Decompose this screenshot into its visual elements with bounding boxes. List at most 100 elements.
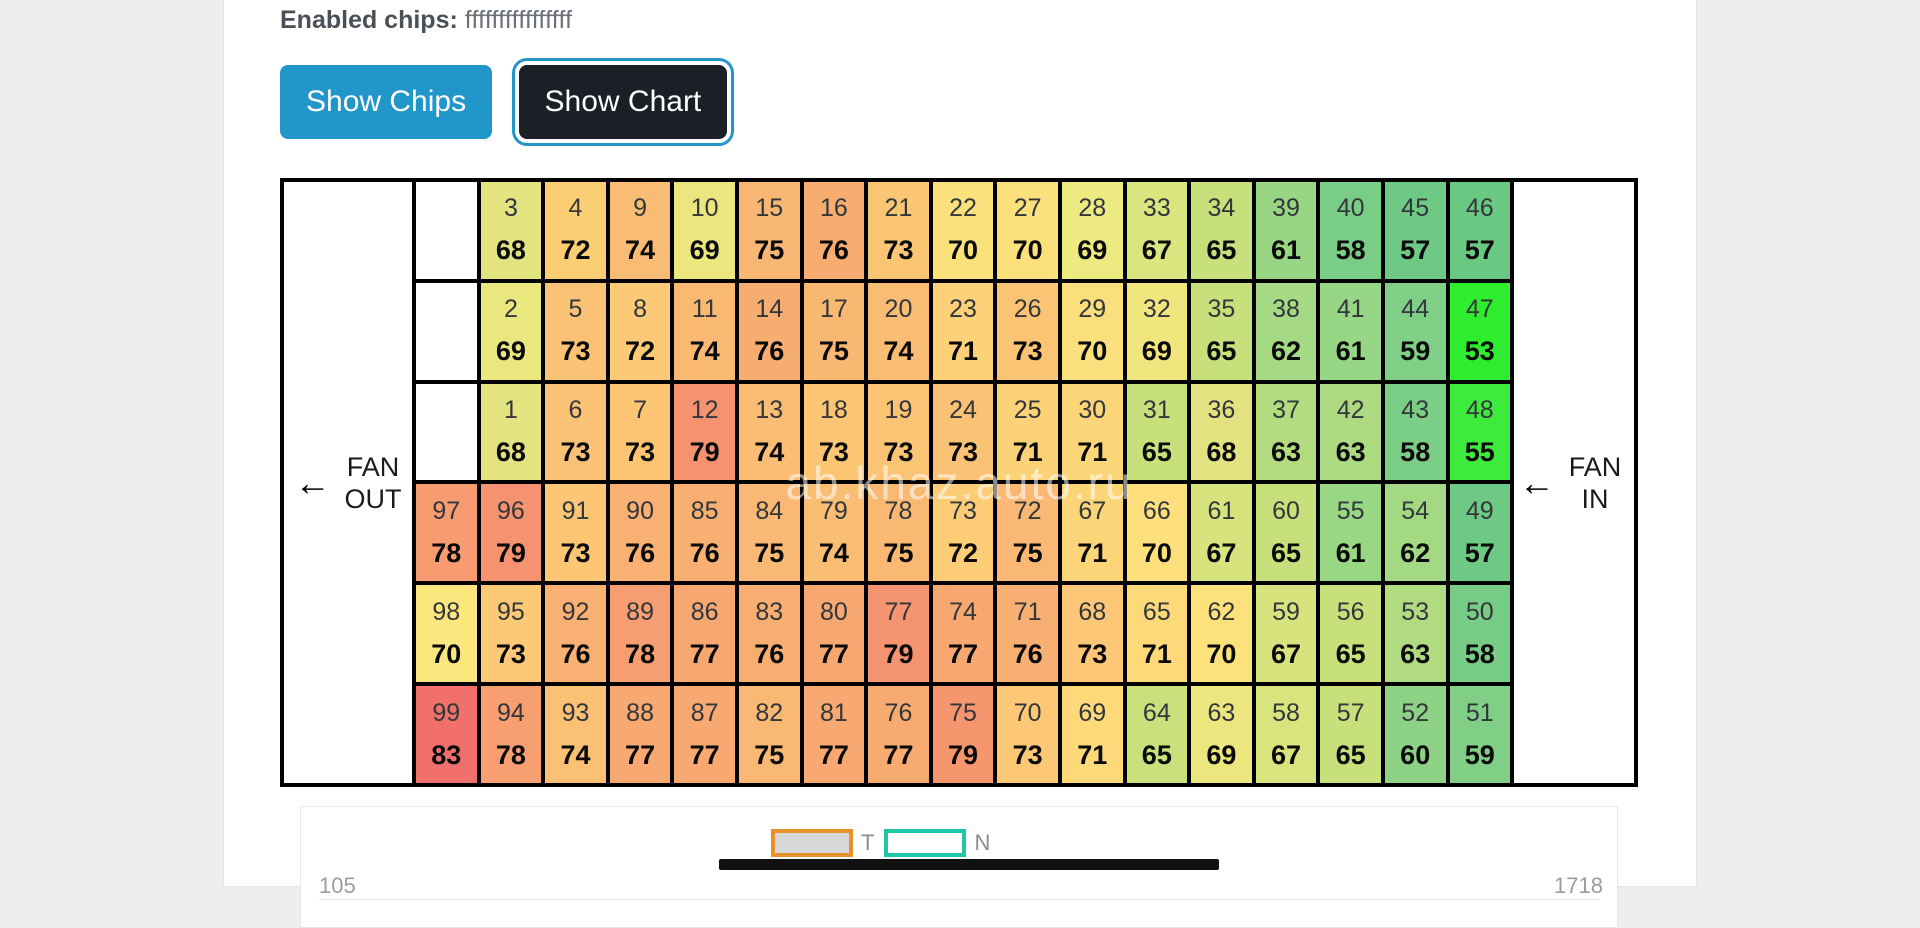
matrix-cell[interactable]: 21 73 [864, 182, 929, 279]
matrix-cell[interactable]: 90 76 [605, 484, 671, 582]
matrix-cell[interactable]: 55 61 [1316, 484, 1381, 582]
matrix-cell[interactable]: 38 62 [1251, 282, 1317, 380]
matrix-cell[interactable]: 76 77 [864, 686, 929, 783]
matrix-cell[interactable]: 89 78 [605, 585, 671, 683]
matrix-cell[interactable]: 5 73 [541, 282, 606, 380]
matrix-cell[interactable]: 11 74 [670, 282, 735, 380]
matrix-cell[interactable]: 22 70 [928, 182, 994, 279]
matrix-cell[interactable]: 9 74 [605, 182, 671, 279]
matrix-cell[interactable]: 15 75 [734, 182, 800, 279]
matrix-cell[interactable]: 14 76 [734, 282, 800, 380]
matrix-cell[interactable]: 16 76 [799, 182, 865, 279]
show-chips-button[interactable]: Show Chips [280, 65, 493, 139]
matrix-cell[interactable]: 30 71 [1057, 383, 1123, 481]
matrix-cell[interactable]: 26 73 [993, 282, 1058, 380]
matrix-cell[interactable]: 39 61 [1251, 182, 1317, 279]
matrix-cell[interactable]: 97 78 [416, 484, 477, 582]
matrix-cell[interactable]: 41 61 [1316, 282, 1381, 380]
matrix-cell[interactable]: 47 53 [1445, 282, 1511, 380]
matrix-cell[interactable]: 68 73 [1057, 585, 1123, 683]
matrix-cell[interactable]: 67 71 [1057, 484, 1123, 582]
matrix-cell[interactable]: 91 73 [541, 484, 606, 582]
matrix-cell[interactable]: 65 71 [1122, 585, 1188, 683]
matrix-cell[interactable]: 1 68 [476, 383, 542, 481]
matrix-cell[interactable]: 83 76 [734, 585, 800, 683]
legend-item-t[interactable]: T [771, 829, 874, 857]
matrix-cell[interactable]: 85 76 [670, 484, 735, 582]
matrix-cell[interactable]: 49 57 [1445, 484, 1511, 582]
matrix-cell[interactable]: 62 70 [1187, 585, 1252, 683]
matrix-cell[interactable]: 77 79 [864, 585, 929, 683]
matrix-cell[interactable]: 94 78 [476, 686, 542, 783]
matrix-cell[interactable]: 84 75 [734, 484, 800, 582]
matrix-cell[interactable]: 8 72 [605, 282, 671, 380]
matrix-cell[interactable]: 69 71 [1057, 686, 1123, 783]
matrix-cell[interactable]: 95 73 [476, 585, 542, 683]
matrix-cell[interactable]: 17 75 [799, 282, 865, 380]
matrix-cell[interactable]: 19 73 [864, 383, 929, 481]
matrix-cell[interactable]: 13 74 [734, 383, 800, 481]
matrix-cell[interactable]: 40 58 [1316, 182, 1381, 279]
matrix-cell[interactable]: 88 77 [605, 686, 671, 783]
matrix-cell[interactable]: 24 73 [928, 383, 994, 481]
matrix-cell[interactable]: 61 67 [1187, 484, 1252, 582]
matrix-cell[interactable]: 36 68 [1187, 383, 1252, 481]
matrix-cell[interactable]: 6 73 [541, 383, 606, 481]
matrix-cell[interactable]: 53 63 [1380, 585, 1446, 683]
matrix-cell[interactable]: 78 75 [864, 484, 929, 582]
matrix-cell[interactable]: 63 69 [1187, 686, 1252, 783]
matrix-cell[interactable]: 4 72 [541, 182, 606, 279]
matrix-cell[interactable]: 27 70 [993, 182, 1058, 279]
legend-item-n[interactable]: N [884, 829, 990, 857]
matrix-cell[interactable]: 29 70 [1057, 282, 1123, 380]
matrix-cell[interactable]: 34 65 [1187, 182, 1252, 279]
matrix-cell[interactable]: 75 79 [928, 686, 994, 783]
matrix-cell[interactable]: 48 55 [1445, 383, 1511, 481]
matrix-cell[interactable]: 12 79 [670, 383, 735, 481]
matrix-cell[interactable]: 82 75 [734, 686, 800, 783]
matrix-cell[interactable]: 60 65 [1251, 484, 1317, 582]
matrix-cell[interactable]: 79 74 [799, 484, 865, 582]
matrix-cell[interactable]: 33 67 [1122, 182, 1188, 279]
matrix-cell[interactable]: 99 83 [416, 686, 477, 783]
matrix-cell[interactable]: 28 69 [1057, 182, 1123, 279]
matrix-cell[interactable]: 86 77 [670, 585, 735, 683]
matrix-cell[interactable]: 2 69 [476, 282, 542, 380]
matrix-cell[interactable]: 44 59 [1380, 282, 1446, 380]
matrix-cell[interactable]: 42 63 [1316, 383, 1381, 481]
matrix-cell[interactable]: 31 65 [1122, 383, 1188, 481]
matrix-cell[interactable]: 98 70 [416, 585, 477, 683]
matrix-cell[interactable]: 46 57 [1445, 182, 1511, 279]
matrix-cell[interactable]: 43 58 [1380, 383, 1446, 481]
matrix-cell[interactable]: 64 65 [1122, 686, 1188, 783]
matrix-cell[interactable]: 50 58 [1445, 585, 1511, 683]
matrix-cell[interactable]: 70 73 [993, 686, 1058, 783]
matrix-cell[interactable]: 25 71 [993, 383, 1058, 481]
matrix-cell[interactable]: 96 79 [476, 484, 542, 582]
matrix-cell[interactable]: 81 77 [799, 686, 865, 783]
matrix-cell[interactable]: 72 75 [993, 484, 1058, 582]
matrix-cell[interactable]: 59 67 [1251, 585, 1317, 683]
matrix-cell[interactable]: 35 65 [1187, 282, 1252, 380]
matrix-cell[interactable]: 56 65 [1316, 585, 1381, 683]
matrix-cell[interactable]: 3 68 [476, 182, 542, 279]
matrix-cell[interactable]: 71 76 [993, 585, 1058, 683]
matrix-cell[interactable]: 58 67 [1251, 686, 1317, 783]
matrix-cell[interactable]: 73 72 [928, 484, 994, 582]
matrix-cell[interactable]: 92 76 [541, 585, 606, 683]
show-chart-button[interactable]: Show Chart [518, 65, 728, 139]
matrix-cell[interactable]: 45 57 [1380, 182, 1446, 279]
matrix-cell[interactable]: 93 74 [541, 686, 606, 783]
matrix-cell[interactable]: 52 60 [1380, 686, 1446, 783]
matrix-cell[interactable]: 80 77 [799, 585, 865, 683]
matrix-cell[interactable]: 10 69 [670, 182, 735, 279]
matrix-cell[interactable]: 74 77 [928, 585, 994, 683]
matrix-cell[interactable]: 37 63 [1251, 383, 1317, 481]
matrix-cell[interactable]: 87 77 [670, 686, 735, 783]
matrix-cell[interactable]: 32 69 [1122, 282, 1188, 380]
matrix-cell[interactable]: 20 74 [864, 282, 929, 380]
matrix-cell[interactable]: 23 71 [928, 282, 994, 380]
matrix-cell[interactable]: 7 73 [605, 383, 671, 481]
matrix-cell[interactable]: 66 70 [1122, 484, 1188, 582]
matrix-cell[interactable]: 57 65 [1316, 686, 1381, 783]
